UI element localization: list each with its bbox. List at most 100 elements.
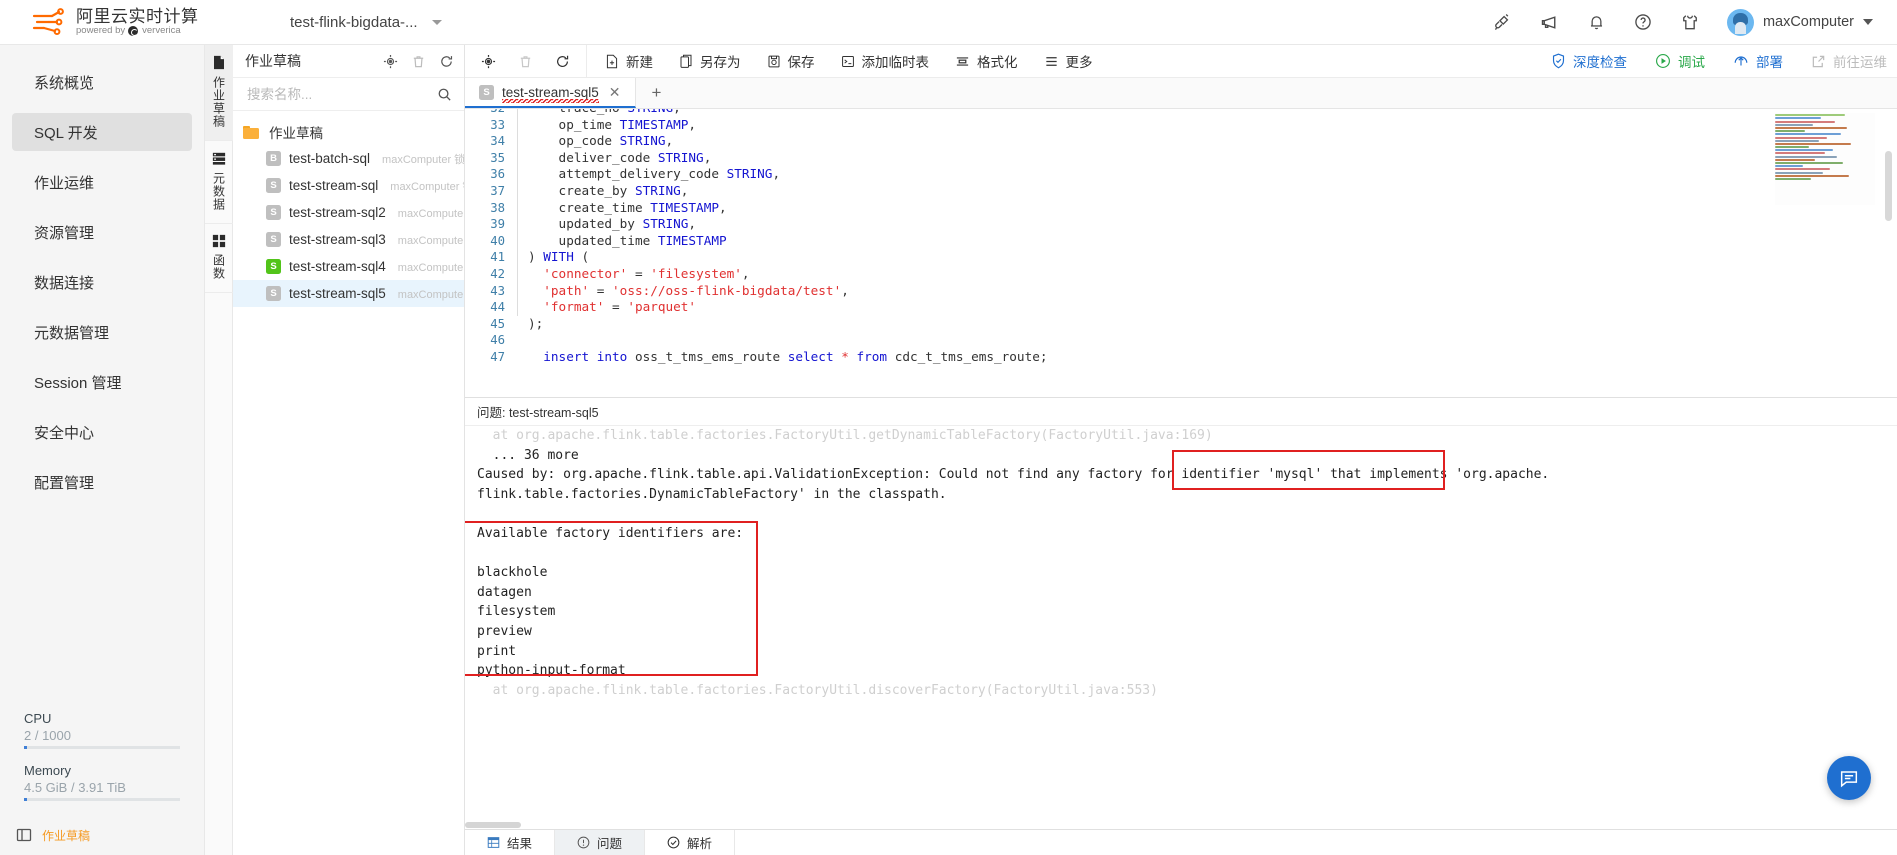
project-selector[interactable]: test-flink-bigdata-... [290, 14, 442, 31]
megaphone-icon[interactable] [1539, 12, 1560, 33]
rail-item-functions[interactable]: 函数 [205, 224, 233, 293]
file-meta: maxComputer 锁定 [382, 153, 464, 166]
rail-item-metadata[interactable]: 元数据 [205, 141, 233, 224]
toolbar-buttons: 新建 另存为 保存 添加临时表 格式化 更多 [587, 51, 1093, 71]
problems-horizontal-scrollbar[interactable] [465, 821, 1897, 829]
sidebar-item-sql-dev[interactable]: SQL 开发 [12, 113, 192, 151]
brand-ververica-text: ververica [142, 25, 181, 37]
user-menu[interactable]: maxComputer [1726, 8, 1879, 36]
minimap-line [1775, 165, 1803, 168]
page-vertical-scrollbar[interactable] [1889, 45, 1897, 855]
minimap-line [1775, 171, 1823, 174]
tab-problems[interactable]: 问题 [555, 830, 646, 855]
code-text: ); [528, 315, 544, 331]
problem-line: datagen [477, 584, 532, 600]
locate-icon[interactable] [481, 54, 496, 69]
editor-minimap[interactable] [1775, 113, 1875, 205]
minimap-line [1775, 120, 1835, 123]
folder-icon [243, 125, 259, 139]
chat-assistant-button[interactable] [1827, 756, 1871, 800]
code-text: 'path' = 'oss://oss-flink-bigdata/test', [543, 282, 849, 298]
top-icon-group: maxComputer [1492, 8, 1897, 36]
tab-analysis[interactable]: 解析 [645, 830, 736, 855]
sidebar-item-security-center[interactable]: 安全中心 [12, 413, 192, 451]
tab-test-stream-sql5[interactable]: S test-stream-sql5 ✕ [465, 78, 636, 108]
list-item[interactable]: S test-stream-sql3 maxComputer 锁 [233, 226, 464, 253]
brand-title: 阿里云实时计算 [76, 6, 199, 26]
sidebar-item-label: 作业运维 [34, 174, 95, 192]
save-as-button[interactable]: 另存为 [679, 51, 741, 71]
code-line: 46 [465, 332, 1897, 349]
file-explorer: 作业草稿 作业草稿 [233, 45, 465, 855]
search-icon[interactable] [437, 87, 452, 102]
deep-check-button[interactable]: 深度检查 [1551, 51, 1627, 71]
format-button[interactable]: 格式化 [955, 51, 1018, 71]
code-text: insert into oss_t_tms_ems_route select *… [543, 348, 1048, 364]
tab-results[interactable]: 结果 [465, 830, 556, 855]
sidebar: 系统概览 SQL 开发 作业运维 资源管理 数据连接 元数据管理 Session… [0, 45, 205, 855]
file-name: test-stream-sql5 [289, 286, 386, 301]
more-button[interactable]: 更多 [1044, 51, 1093, 71]
sidebar-item-metadata-mgmt[interactable]: 元数据管理 [12, 313, 192, 351]
rail-item-label: 元数据 [211, 172, 226, 211]
line-number: 33 [490, 117, 505, 132]
minimap-line [1775, 117, 1821, 120]
add-temp-table-button[interactable]: 添加临时表 [841, 51, 929, 71]
bell-icon[interactable] [1587, 12, 1606, 32]
list-item[interactable]: S test-stream-sql maxComputer 锁定 [233, 172, 464, 199]
sidebar-item-job-ops[interactable]: 作业运维 [12, 163, 192, 201]
add-tab-button[interactable]: + [636, 78, 678, 108]
file-meta: maxComputer 锁 [397, 207, 464, 220]
sidebar-item-session-mgmt[interactable]: Session 管理 [12, 363, 192, 401]
collapse-icon[interactable] [16, 827, 32, 843]
help-icon[interactable] [1633, 12, 1653, 32]
locate-icon[interactable] [383, 54, 398, 69]
sidebar-footer-link[interactable]: 作业草稿 [42, 827, 90, 844]
user-name: maxComputer [1762, 14, 1854, 30]
minimap-line [1775, 114, 1845, 117]
search-input[interactable] [245, 85, 437, 103]
list-item[interactable]: S test-stream-sql4 maxComputer 锁 [233, 253, 464, 280]
problems-output[interactable]: at org.apache.flink.table.factories.Fact… [465, 426, 1897, 855]
sidebar-item-config-mgmt[interactable]: 配置管理 [12, 463, 192, 501]
chevron-down-icon [1863, 19, 1873, 25]
save-button[interactable]: 保存 [767, 51, 815, 71]
delete-icon[interactable] [518, 54, 533, 69]
memory-meter: Memory 4.5 GiB / 3.91 TiB [24, 763, 180, 801]
problem-line: blackhole [477, 565, 548, 581]
memory-meter-value: 4.5 GiB / 3.91 TiB [24, 780, 126, 795]
play-circle-icon [1656, 54, 1670, 68]
list-item[interactable]: S test-stream-sql5 maxComputer 锁 [233, 280, 464, 307]
code-editor[interactable]: 32 trace_no STRING, 33 op_time TIMESTAMP… [465, 109, 1897, 397]
chevron-down-icon [431, 19, 442, 25]
delete-icon[interactable] [411, 54, 426, 69]
line-number: 35 [490, 150, 505, 165]
rail-item-drafts[interactable]: 作业草稿 [205, 45, 233, 141]
scrollbar-thumb[interactable] [465, 822, 521, 828]
refresh-icon[interactable] [555, 54, 570, 69]
tshirt-icon[interactable] [1680, 12, 1700, 32]
format-icon [956, 56, 969, 66]
deploy-button[interactable]: 部署 [1733, 51, 1783, 71]
debug-button[interactable]: 调试 [1655, 51, 1705, 71]
plugin-icon[interactable] [1492, 12, 1512, 32]
indent-guide [517, 332, 518, 349]
new-button[interactable]: 新建 [605, 51, 653, 71]
panel-rail: 作业草稿 元数据 函数 [205, 45, 233, 855]
tree-root-folder[interactable]: 作业草稿 [233, 119, 464, 145]
file-name: test-stream-sql [289, 178, 379, 193]
refresh-icon[interactable] [439, 54, 454, 69]
close-icon[interactable]: ✕ [607, 85, 623, 99]
minimap-line [1775, 142, 1851, 145]
minimap-line [1775, 168, 1830, 171]
ververica-mark-icon [128, 26, 139, 37]
line-number: 42 [490, 266, 505, 281]
sidebar-item-data-connections[interactable]: 数据连接 [12, 263, 192, 301]
list-item[interactable]: S test-stream-sql2 maxComputer 锁 [233, 199, 464, 226]
explorer-header-icons [383, 54, 454, 69]
sidebar-item-resource-mgmt[interactable]: 资源管理 [12, 213, 192, 251]
code-text: create_time TIMESTAMP, [528, 199, 727, 215]
go-to-ops-button[interactable]: 前往运维 [1811, 51, 1887, 71]
list-item[interactable]: B test-batch-sql maxComputer 锁定 [233, 145, 464, 172]
sidebar-item-overview[interactable]: 系统概览 [12, 63, 192, 101]
